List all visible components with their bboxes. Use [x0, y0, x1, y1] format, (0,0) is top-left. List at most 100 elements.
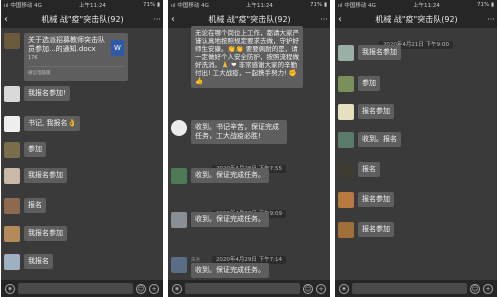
- message-list[interactable]: 关于选派招募教师突击队员参加...的通知.docx 17K W 微信电脑版 我报…: [1, 28, 163, 280]
- file-source: 微信电脑版: [28, 66, 124, 78]
- back-icon[interactable]: ‹: [4, 14, 14, 25]
- input-bar: ◉ ☺ +: [168, 280, 330, 297]
- message-bubble[interactable]: 报名: [24, 198, 46, 213]
- emoji-icon[interactable]: ☺: [303, 283, 313, 294]
- more-icon[interactable]: ···: [318, 15, 330, 24]
- battery-label: 71% ▮: [142, 2, 160, 8]
- message-bubble[interactable]: 收到。保证完成任务。: [191, 168, 269, 183]
- message-bubble[interactable]: 无论在哪个岗位上工作，都请大家严谨认真地按照规定要求去做，守护好师生安康。👏👏 …: [191, 26, 303, 88]
- more-icon[interactable]: ···: [151, 15, 163, 24]
- voice-icon[interactable]: ◉: [5, 283, 15, 294]
- avatar[interactable]: [338, 222, 354, 238]
- avatar[interactable]: [4, 198, 20, 214]
- avatar[interactable]: [4, 33, 20, 49]
- message-bubble[interactable]: 报名参加: [358, 222, 394, 237]
- avatar[interactable]: [4, 168, 20, 184]
- avatar[interactable]: [171, 120, 187, 136]
- group-title: 机械 战"疫"突击队(92): [208, 14, 291, 24]
- word-document-icon: W: [111, 40, 124, 56]
- status-bar: ııl 中国移动 4G 上午11:24 71% ▮: [168, 0, 330, 10]
- group-title: 机械 战"疫"突击队(92): [41, 14, 124, 24]
- message-bubble[interactable]: 我报名参加: [24, 168, 67, 183]
- avatar[interactable]: [338, 192, 354, 208]
- message-row: 报名参加: [338, 222, 494, 238]
- message-bubble[interactable]: 我报名参加: [24, 226, 67, 241]
- message-bubble[interactable]: 报名参加: [358, 104, 394, 119]
- message-row: 书记, 我报名👌: [4, 116, 160, 132]
- voice-icon[interactable]: ◉: [172, 283, 182, 294]
- clock-label: 上午11:24: [245, 3, 273, 9]
- message-bubble[interactable]: 我报名参加: [358, 45, 401, 60]
- more-icon[interactable]: ···: [485, 15, 497, 24]
- chat-screen-2: ııl 中国移动 4G 上午11:24 71% ▮ ‹ 机械 战"疫"突击队(9…: [168, 0, 330, 297]
- plus-icon[interactable]: +: [149, 283, 159, 294]
- message-row: 收到。书记辛苦，保证完成任务，工大战疫必胜!: [171, 120, 327, 144]
- avatar[interactable]: [171, 168, 187, 184]
- message-row: 我报名参加!: [4, 86, 160, 102]
- carrier-label: ııl 中国移动 4G: [338, 3, 376, 9]
- chat-screen-3: ııl 中国移动 4G 上午11:24 71% ▮ ‹ 机械 战"疫"突击队(9…: [335, 0, 497, 297]
- avatar[interactable]: [4, 86, 20, 102]
- voice-icon[interactable]: ◉: [339, 283, 349, 294]
- message-bubble[interactable]: 收到。报名: [358, 132, 401, 147]
- avatar[interactable]: [4, 254, 20, 270]
- status-bar: ııl 中国移动 4G 上午11:24 71% ▮: [335, 0, 497, 10]
- message-row: 收到。保证完成任务。: [171, 168, 327, 184]
- status-bar: ııl 中国移动 4G 上午11:24 71% ▮: [1, 0, 163, 10]
- message-list[interactable]: 无论在哪个岗位上工作，都请大家严谨认真地按照规定要求去做，守护好师生安康。👏👏 …: [168, 26, 330, 280]
- back-icon[interactable]: ‹: [171, 14, 181, 25]
- message-row: 参加: [4, 142, 160, 158]
- file-card[interactable]: 关于选派招募教师突击队员参加...的通知.docx 17K W 微信电脑版: [24, 33, 128, 81]
- avatar[interactable]: [4, 116, 20, 132]
- message-bubble[interactable]: 参加: [358, 76, 380, 91]
- message-row: 报名参加: [338, 104, 494, 120]
- carrier-label: ııl 中国移动 4G: [4, 3, 42, 9]
- message-bubble[interactable]: 报名参加: [358, 192, 394, 207]
- clock-label: 上午11:24: [412, 3, 440, 9]
- back-icon[interactable]: ‹: [338, 14, 348, 25]
- carrier-label: ııl 中国移动 4G: [171, 3, 209, 9]
- message-bubble[interactable]: 收到。保证完成任务。: [191, 263, 269, 278]
- file-name: 关于选派招募教师突击队员参加...的通知.docx: [28, 36, 105, 53]
- plus-icon[interactable]: +: [483, 283, 493, 294]
- message-list[interactable]: 2020年4月21日 下午9:00 我报名参加 参加 报名参加 收到。报名 报名…: [335, 28, 497, 280]
- message-row: 无论在哪个岗位上工作，都请大家严谨认真地按照规定要求去做，守护好师生安康。👏👏 …: [171, 26, 327, 88]
- message-row: 收到。保证完成任务。: [171, 212, 327, 228]
- message-bubble[interactable]: 我报名: [24, 254, 53, 269]
- avatar[interactable]: [171, 257, 187, 273]
- message-bubble[interactable]: 我报名参加!: [24, 86, 70, 101]
- avatar[interactable]: [4, 226, 20, 242]
- avatar[interactable]: [4, 142, 20, 158]
- message-row: 参加: [338, 76, 494, 92]
- message-input[interactable]: [18, 283, 133, 294]
- message-bubble[interactable]: 收到。保证完成任务。: [191, 212, 269, 227]
- avatar[interactable]: [338, 104, 354, 120]
- emoji-icon[interactable]: ☺: [470, 283, 480, 294]
- input-bar: ◉ ☺ +: [1, 280, 163, 297]
- message-row: 关于选派招募教师突击队员参加...的通知.docx 17K W 微信电脑版: [4, 33, 160, 81]
- message-row: 朱洪 收到。保证完成任务。: [171, 257, 327, 278]
- message-input[interactable]: [185, 283, 300, 294]
- chat-header: ‹ 机械 战"疫"突击队(92) ···: [335, 10, 497, 28]
- avatar[interactable]: [338, 162, 354, 178]
- clock-label: 上午11:24: [78, 3, 106, 9]
- avatar[interactable]: [338, 132, 354, 148]
- avatar[interactable]: [338, 45, 354, 61]
- message-row: 我报名参加: [4, 168, 160, 184]
- message-bubble[interactable]: 收到。书记辛苦，保证完成任务，工大战疫必胜!: [191, 120, 287, 144]
- group-title: 机械 战"疫"突击队(92): [375, 14, 458, 24]
- chat-screen-1: ııl 中国移动 4G 上午11:24 71% ▮ ‹ 机械 战"疫"突击队(9…: [1, 0, 163, 297]
- file-size: 17K: [28, 55, 38, 61]
- message-bubble[interactable]: 参加: [24, 142, 46, 157]
- avatar[interactable]: [171, 212, 187, 228]
- message-row: 我报名参加: [338, 45, 494, 61]
- chat-header: ‹ 机械 战"疫"突击队(92) ···: [1, 10, 163, 28]
- avatar[interactable]: [338, 76, 354, 92]
- message-bubble[interactable]: 报名: [358, 162, 380, 177]
- message-bubble[interactable]: 书记, 我报名👌: [24, 116, 81, 131]
- plus-icon[interactable]: +: [316, 283, 326, 294]
- input-bar: ◉ ☺ +: [335, 280, 497, 297]
- message-input[interactable]: [352, 283, 467, 294]
- emoji-icon[interactable]: ☺: [136, 283, 146, 294]
- battery-label: 71% ▮: [476, 2, 494, 8]
